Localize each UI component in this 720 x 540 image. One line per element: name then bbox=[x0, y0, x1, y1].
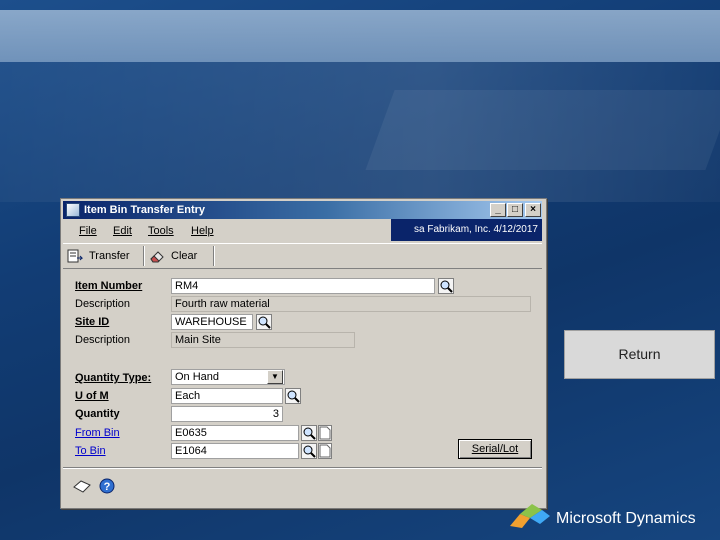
background-decoration-stripe bbox=[365, 90, 720, 170]
eraser-icon bbox=[150, 251, 164, 263]
chevron-down-icon[interactable]: ▼ bbox=[267, 370, 283, 384]
window-app-icon bbox=[66, 203, 80, 217]
to-bin-lookup-button[interactable] bbox=[301, 443, 317, 459]
window-title: Item Bin Transfer Entry bbox=[84, 204, 206, 216]
note-icon bbox=[319, 426, 331, 440]
site-description-label: Description bbox=[75, 334, 131, 346]
site-description-field: Main Site bbox=[171, 332, 355, 348]
help-question-icon: ? bbox=[99, 478, 115, 494]
magnifier-icon bbox=[303, 427, 316, 440]
magnifier-icon bbox=[258, 316, 271, 329]
site-id-lookup-button[interactable] bbox=[256, 314, 272, 330]
clear-button[interactable]: Clear bbox=[149, 247, 197, 265]
note-icon bbox=[73, 480, 91, 493]
toolbar-separator bbox=[143, 246, 145, 266]
clear-label: Clear bbox=[171, 250, 198, 262]
item-number-lookup-button[interactable] bbox=[438, 278, 454, 294]
close-button[interactable]: × bbox=[525, 203, 541, 217]
to-bin-note-icon[interactable] bbox=[318, 443, 332, 459]
item-bin-transfer-window: Item Bin Transfer Entry _ □ × File Edit … bbox=[60, 198, 547, 509]
menu-edit[interactable]: Edit bbox=[113, 225, 132, 237]
item-description-field: Fourth raw material bbox=[171, 296, 531, 312]
magnifier-icon bbox=[303, 445, 316, 458]
dynamics-flag-icon bbox=[510, 504, 550, 528]
return-button[interactable]: Return bbox=[564, 330, 715, 379]
to-bin-field[interactable]: E1064 bbox=[171, 443, 299, 459]
uom-lookup-button[interactable] bbox=[285, 388, 301, 404]
from-bin-note-icon[interactable] bbox=[318, 425, 332, 441]
logo-text: Microsoft Dynamics bbox=[556, 510, 696, 527]
minimize-button[interactable]: _ bbox=[490, 203, 506, 217]
quantity-field[interactable]: 3 bbox=[171, 406, 283, 422]
from-bin-field[interactable]: E0635 bbox=[171, 425, 299, 441]
toolbar-separator bbox=[213, 246, 215, 266]
site-id-label: Site ID bbox=[75, 316, 110, 328]
header-band bbox=[0, 10, 720, 62]
note-window-icon[interactable] bbox=[73, 479, 91, 498]
transfer-icon bbox=[67, 249, 83, 263]
menu-file[interactable]: File bbox=[79, 225, 97, 237]
site-id-field[interactable]: WAREHOUSE bbox=[171, 314, 253, 330]
to-bin-link[interactable]: To Bin bbox=[75, 445, 106, 457]
quantity-label: Quantity bbox=[75, 408, 120, 420]
quantity-type-label: Quantity Type: bbox=[75, 372, 152, 384]
toolbar: Transfer Clear bbox=[63, 243, 542, 269]
menu-tools[interactable]: Tools bbox=[148, 225, 174, 237]
window-title-bar[interactable]: Item Bin Transfer Entry _ □ × bbox=[63, 201, 542, 219]
transfer-label: Transfer bbox=[89, 250, 130, 262]
uom-field[interactable]: Each bbox=[171, 388, 283, 404]
svg-text:?: ? bbox=[104, 481, 111, 493]
note-icon bbox=[319, 444, 331, 458]
user-company-date: sa Fabrikam, Inc. 4/12/2017 bbox=[391, 219, 542, 241]
from-bin-link[interactable]: From Bin bbox=[75, 427, 120, 439]
magnifier-icon bbox=[287, 390, 300, 403]
help-icon[interactable]: ? bbox=[99, 478, 115, 499]
maximize-button[interactable]: □ bbox=[507, 203, 523, 217]
transfer-button[interactable]: Transfer bbox=[67, 247, 130, 265]
menu-help[interactable]: Help bbox=[191, 225, 214, 237]
item-number-label: Item Number bbox=[75, 280, 143, 292]
item-description-label: Description bbox=[75, 298, 131, 310]
uom-label: U of M bbox=[75, 390, 109, 402]
magnifier-icon bbox=[440, 280, 453, 293]
item-number-field[interactable]: RM4 bbox=[171, 278, 435, 294]
from-bin-lookup-button[interactable] bbox=[301, 425, 317, 441]
microsoft-dynamics-logo: Microsoft Dynamics bbox=[508, 500, 720, 540]
status-bar-divider bbox=[63, 467, 542, 469]
serial-lot-button[interactable]: Serial/Lot bbox=[458, 439, 532, 459]
